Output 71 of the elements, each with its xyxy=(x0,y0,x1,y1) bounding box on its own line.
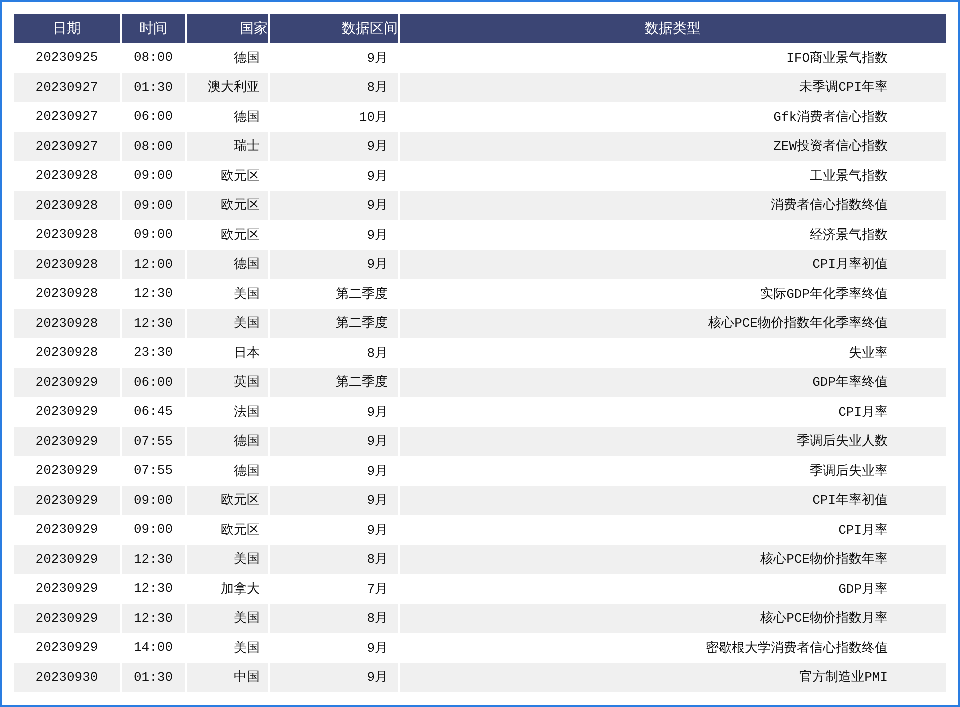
table-cell: 01:30 xyxy=(121,72,186,102)
table-cell: 欧元区 xyxy=(186,486,269,515)
table-cell: 失业率 xyxy=(399,338,946,368)
table-cell: 官方制造业PMI xyxy=(399,662,946,692)
table-cell: 德国 xyxy=(186,250,269,279)
table-cell: 美国 xyxy=(186,604,269,633)
table-cell: 8月 xyxy=(269,604,399,633)
table-cell: 工业景气指数 xyxy=(399,161,946,190)
table-cell: 12:00 xyxy=(121,250,186,279)
table-cell: 20230929 xyxy=(14,544,121,574)
table-cell: 核心PCE物价指数年化季率终值 xyxy=(399,308,946,338)
column-header: 数据区间 xyxy=(269,14,399,43)
table-cell: Gfk消费者信心指数 xyxy=(399,102,946,132)
table-cell: 07:55 xyxy=(121,426,186,456)
table-cell: ZEW投资者信心指数 xyxy=(399,132,946,161)
table-cell: 美国 xyxy=(186,544,269,574)
table-cell: 核心PCE物价指数月率 xyxy=(399,604,946,633)
table-cell: 06:00 xyxy=(121,368,186,397)
table-cell: 20230929 xyxy=(14,486,121,515)
table-cell: GDP年率终值 xyxy=(399,368,946,397)
column-header: 数据类型 xyxy=(399,14,946,43)
table-cell: 20230927 xyxy=(14,72,121,102)
table-cell: CPI年率初值 xyxy=(399,486,946,515)
table-cell: 12:30 xyxy=(121,544,186,574)
table-cell: 澳大利亚 xyxy=(186,72,269,102)
table-cell: 9月 xyxy=(269,662,399,692)
column-header: 时间 xyxy=(121,14,186,43)
table-cell: 01:30 xyxy=(121,662,186,692)
table-cell: 12:30 xyxy=(121,604,186,633)
table-cell: 第二季度 xyxy=(269,368,399,397)
table-cell: 8月 xyxy=(269,544,399,574)
table-cell: 瑞士 xyxy=(186,132,269,161)
table-cell: 密歇根大学消费者信心指数终值 xyxy=(399,633,946,662)
table-cell: 20230930 xyxy=(14,662,121,692)
table-cell: GDP月率 xyxy=(399,574,946,604)
table-cell: CPI月率初值 xyxy=(399,250,946,279)
table-cell: 9月 xyxy=(269,486,399,515)
table-cell: 德国 xyxy=(186,426,269,456)
table-cell: 季调后失业率 xyxy=(399,456,946,486)
table-cell: 08:00 xyxy=(121,132,186,161)
table-cell: 第二季度 xyxy=(269,308,399,338)
table-cell: 核心PCE物价指数年率 xyxy=(399,544,946,574)
table-cell: 欧元区 xyxy=(186,190,269,220)
table-cell: 美国 xyxy=(186,308,269,338)
table-cell: 经济景气指数 xyxy=(399,220,946,250)
table-cell: 实际GDP年化季率终值 xyxy=(399,279,946,308)
table-cell: 9月 xyxy=(269,190,399,220)
table-cell: 09:00 xyxy=(121,486,186,515)
table-cell: 未季调CPI年率 xyxy=(399,72,946,102)
table-cell: 季调后失业人数 xyxy=(399,426,946,456)
table-cell: 20230929 xyxy=(14,368,121,397)
table-cell: 9月 xyxy=(269,426,399,456)
table-cell: IFO商业景气指数 xyxy=(399,43,946,72)
table-cell: 中国 xyxy=(186,662,269,692)
table-cell: 20230928 xyxy=(14,190,121,220)
table-cell: CPI月率 xyxy=(399,515,946,544)
table-cell: 英国 xyxy=(186,368,269,397)
table-cell: 9月 xyxy=(269,132,399,161)
table-cell: CPI月率 xyxy=(399,397,946,426)
table-cell: 20230928 xyxy=(14,250,121,279)
table-cell: 20230928 xyxy=(14,308,121,338)
table-cell: 9月 xyxy=(269,250,399,279)
table-cell: 20230929 xyxy=(14,604,121,633)
column-header: 日期 xyxy=(14,14,121,43)
table-cell: 20230929 xyxy=(14,426,121,456)
table-cell: 09:00 xyxy=(121,190,186,220)
table-cell: 消费者信心指数终值 xyxy=(399,190,946,220)
table-cell: 8月 xyxy=(269,72,399,102)
table-cell: 20230927 xyxy=(14,132,121,161)
column-header: 国家 xyxy=(186,14,269,43)
table-cell: 12:30 xyxy=(121,308,186,338)
